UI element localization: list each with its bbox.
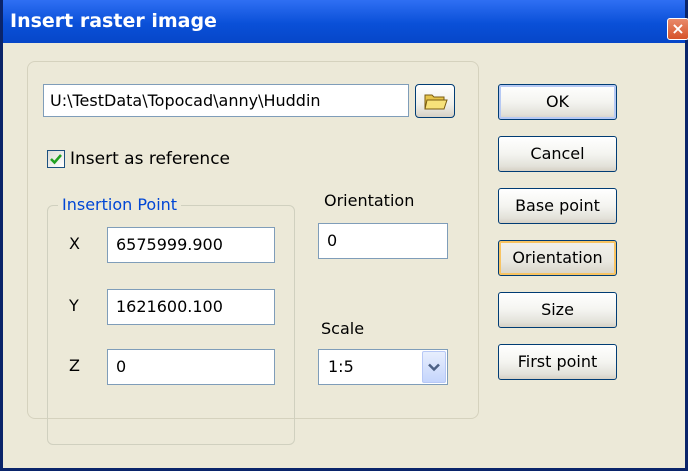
chevron-down-icon [428, 363, 440, 372]
folder-icon [424, 94, 448, 110]
y-label: Y [69, 296, 79, 315]
scale-selected-value: 1:5 [328, 357, 354, 376]
scale-label: Scale [321, 319, 365, 338]
orientation-input[interactable]: 0 [318, 223, 448, 259]
scale-select[interactable]: 1:5 [318, 349, 448, 385]
insert-raster-image-dialog: Insert raster image × U:\TestData\Topoca… [0, 0, 688, 471]
close-icon: × [671, 19, 685, 38]
insertion-point-legend: Insertion Point [58, 194, 182, 216]
browse-button[interactable] [415, 84, 455, 118]
base-point-button[interactable]: Base point [498, 188, 617, 224]
first-point-button[interactable]: First point [498, 344, 617, 380]
insert-as-reference-checkbox[interactable] [47, 150, 65, 168]
x-label: X [69, 234, 80, 253]
orientation-label: Orientation [324, 191, 415, 210]
insert-as-reference-label[interactable]: Insert as reference [70, 147, 230, 171]
scale-dropdown-button[interactable] [422, 351, 446, 383]
z-coordinate-input[interactable]: 0 [107, 349, 275, 385]
orientation-button[interactable]: Orientation [498, 240, 617, 276]
close-button[interactable]: × [667, 18, 688, 40]
x-coordinate-input[interactable]: 6575999.900 [107, 227, 275, 263]
cancel-button[interactable]: Cancel [498, 136, 617, 172]
title-bar[interactable]: Insert raster image × [3, 0, 688, 43]
ok-button[interactable]: OK [498, 84, 617, 120]
z-label: Z [69, 356, 80, 375]
file-path-input[interactable]: U:\TestData\Topocad\anny\Huddin [43, 84, 409, 117]
size-button[interactable]: Size [498, 292, 617, 328]
window-title: Insert raster image [10, 10, 217, 32]
dialog-content: U:\TestData\Topocad\anny\Huddin Insert a… [3, 43, 685, 468]
y-coordinate-input[interactable]: 1621600.100 [107, 289, 275, 325]
checkmark-icon [50, 154, 62, 165]
